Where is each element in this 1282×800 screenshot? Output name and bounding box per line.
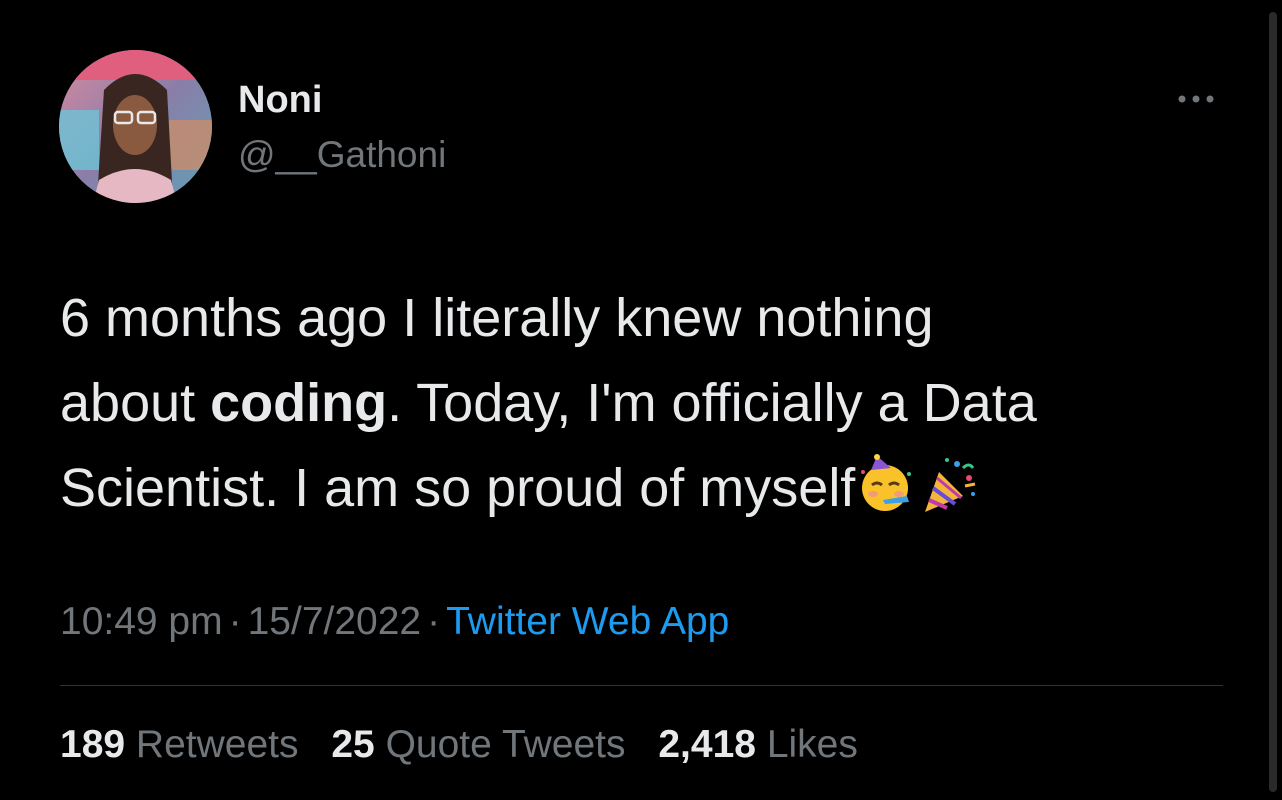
separator: · <box>427 600 441 643</box>
avatar[interactable] <box>59 50 212 203</box>
quote-tweets-stat[interactable]: 25 Quote Tweets <box>331 720 625 770</box>
separator: · <box>228 600 242 643</box>
more-options-icon[interactable] <box>1168 84 1224 114</box>
likes-stat[interactable]: 2,418 Likes <box>658 720 858 770</box>
tweet-stats: 189 Retweets 25 Quote Tweets 2,418 Likes <box>60 720 880 770</box>
retweets-label: Retweets <box>135 723 299 766</box>
tweet-source-link[interactable]: Twitter Web App <box>446 600 729 643</box>
user-handle[interactable]: @__Gathoni <box>238 133 446 177</box>
party-popper-emoji-icon <box>917 454 979 516</box>
tweet-text-line: Scientist. I am so proud of myself <box>60 446 1235 531</box>
tweet-date[interactable]: 15/7/2022 <box>248 600 422 643</box>
divider <box>60 685 1223 686</box>
scrollbar[interactable] <box>1269 12 1277 792</box>
tweet-text-line: about coding. Today, I'm officially a Da… <box>60 373 1037 433</box>
likes-count: 2,418 <box>658 723 756 766</box>
tweet-meta: 10:49 pm · 15/7/2022 · Twitter Web App <box>60 598 729 646</box>
tweet-detail: Noni @__Gathoni 6 months ago I literally… <box>0 0 1282 800</box>
partying-face-emoji-icon <box>855 454 917 516</box>
retweets-stat[interactable]: 189 Retweets <box>60 720 299 770</box>
display-name[interactable]: Noni <box>238 78 322 122</box>
tweet-text-line: 6 months ago I literally knew nothing <box>60 288 934 348</box>
likes-label: Likes <box>766 723 858 766</box>
tweet-text: 6 months ago I literally knew nothing ab… <box>60 276 1235 531</box>
bold-text: coding <box>210 373 388 433</box>
quote-tweets-label: Quote Tweets <box>385 723 626 766</box>
retweets-count: 189 <box>60 723 126 766</box>
tweet-time[interactable]: 10:49 pm <box>60 600 223 643</box>
quote-tweets-count: 25 <box>331 723 375 766</box>
